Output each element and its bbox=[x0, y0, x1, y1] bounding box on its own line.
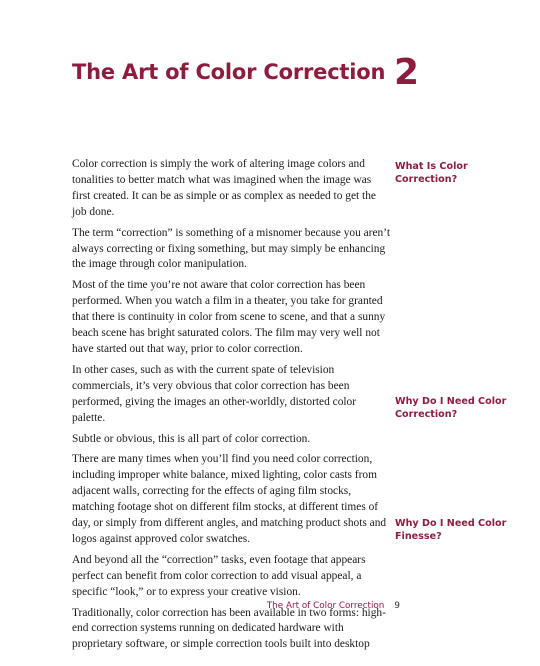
body-paragraph: Subtle or obvious, this is all part of c… bbox=[72, 432, 311, 445]
chapter-title: The Art of Color Correction bbox=[72, 60, 386, 84]
body-paragraph: In other cases, such as with the current… bbox=[72, 363, 357, 424]
sidehead-what-is-color-correction: What Is Color Correction? bbox=[395, 161, 468, 185]
body-paragraph: Traditionally, color correction has been… bbox=[72, 606, 386, 651]
body-paragraph: The term “correction” is something of a … bbox=[72, 226, 390, 271]
body-paragraph: There are many times when you’ll find yo… bbox=[72, 453, 387, 545]
body-paragraph: And beyond all the “correction” tasks, e… bbox=[72, 553, 366, 598]
page-footer: The Art of Color Correction 9 bbox=[0, 601, 400, 611]
body-text: Color correction is simply the work of a… bbox=[72, 157, 390, 658]
chapter-number: 2 bbox=[394, 52, 420, 93]
sidehead-why-need-color-finesse: Why Do I Need Color Finesse? bbox=[395, 518, 507, 542]
body-paragraph: Most of the time you’re not aware that c… bbox=[72, 279, 386, 355]
running-head: The Art of Color Correction bbox=[266, 601, 385, 611]
page-number: 9 bbox=[394, 601, 400, 611]
body-paragraph: Color correction is simply the work of a… bbox=[72, 158, 376, 218]
sidehead-why-need-color-correction: Why Do I Need Color Correction? bbox=[395, 396, 507, 420]
